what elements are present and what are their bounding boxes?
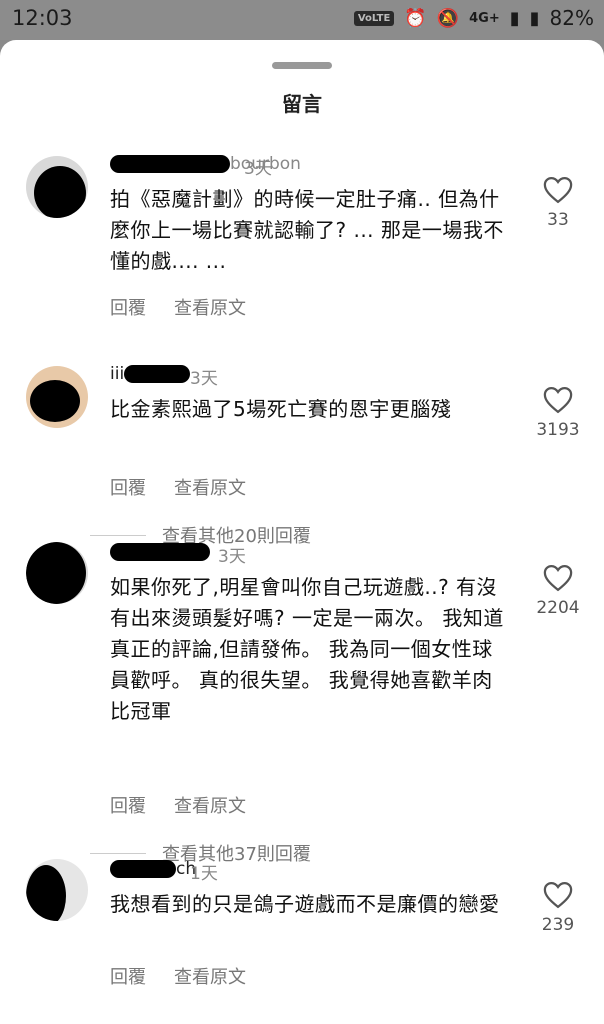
comment-username[interactable]: ch [110,859,196,879]
alarm-icon: ⏰ [404,7,427,29]
comments-sheet: 留言 bourbon 3天 拍《惡魔計劃》的時候一定肚子痛.. 但為什麼你上一場… [0,40,604,1024]
like-count: 239 [541,915,575,935]
status-bar: 12:03 VoLTE ⏰ 🔕 4G+ ▮ ▮ 82% [0,0,604,40]
like-count: 33 [547,210,569,230]
volte-badge: VoLTE [353,10,395,26]
avatar[interactable] [26,542,88,604]
like-button[interactable]: 2204 [530,564,586,618]
comment-username[interactable]: iii [110,364,191,384]
mute-icon: 🔕 [436,7,460,29]
comment-time: 3天 [190,369,218,389]
like-count: 3193 [536,420,580,440]
drag-handle[interactable] [272,62,332,69]
heart-outline-icon [543,564,573,592]
battery-icon: ▮ [529,7,540,29]
like-button[interactable]: 3193 [530,386,586,440]
heart-outline-icon [543,176,573,204]
see-original-button[interactable]: 查看原文 [174,474,246,500]
heart-outline-icon [543,881,573,909]
reply-button[interactable]: 回覆 [110,792,146,818]
reply-button[interactable]: 回覆 [110,294,146,320]
comment-time: 3天 [218,547,246,567]
reply-button[interactable]: 回覆 [110,963,146,989]
see-original-button[interactable]: 查看原文 [174,792,246,818]
avatar[interactable] [26,859,88,921]
see-original-button[interactable]: 查看原文 [174,963,246,989]
signal-icon: ▮ [509,7,520,29]
network-type: 4G+ [469,10,500,26]
battery-level: 82% [549,6,594,30]
status-time: 12:03 [12,6,73,30]
comment-username[interactable]: bourbon [110,154,301,174]
comment-username[interactable] [110,542,210,562]
reply-button[interactable]: 回覆 [110,474,146,500]
comment-text: 如果你死了,明星會叫你自己玩遊戲..? 有沒有出來燙頭髮好嗎? 一定是一兩次。 … [110,575,504,723]
sheet-title: 留言 [282,92,322,116]
comment-time: 3天 [244,159,272,179]
like-button[interactable]: 239 [530,881,586,935]
comment-time: 1天 [190,864,218,884]
heart-outline-icon [543,386,573,414]
see-original-button[interactable]: 查看原文 [174,294,246,320]
avatar[interactable] [26,366,88,428]
like-button[interactable]: 33 [530,176,586,230]
avatar[interactable] [26,156,88,218]
like-count: 2204 [536,598,580,618]
comment-text: 拍《惡魔計劃》的時候一定肚子痛.. 但為什麼你上一場比賽就認輸了? ... 那是… [110,187,504,273]
comment-text: 我想看到的只是鴿子遊戲而不是廉價的戀愛 [110,892,500,916]
comment-text: 比金素熙過了5場死亡賽的恩宇更腦殘 [110,397,452,421]
status-icons: VoLTE ⏰ 🔕 4G+ ▮ ▮ 82% [353,6,594,30]
